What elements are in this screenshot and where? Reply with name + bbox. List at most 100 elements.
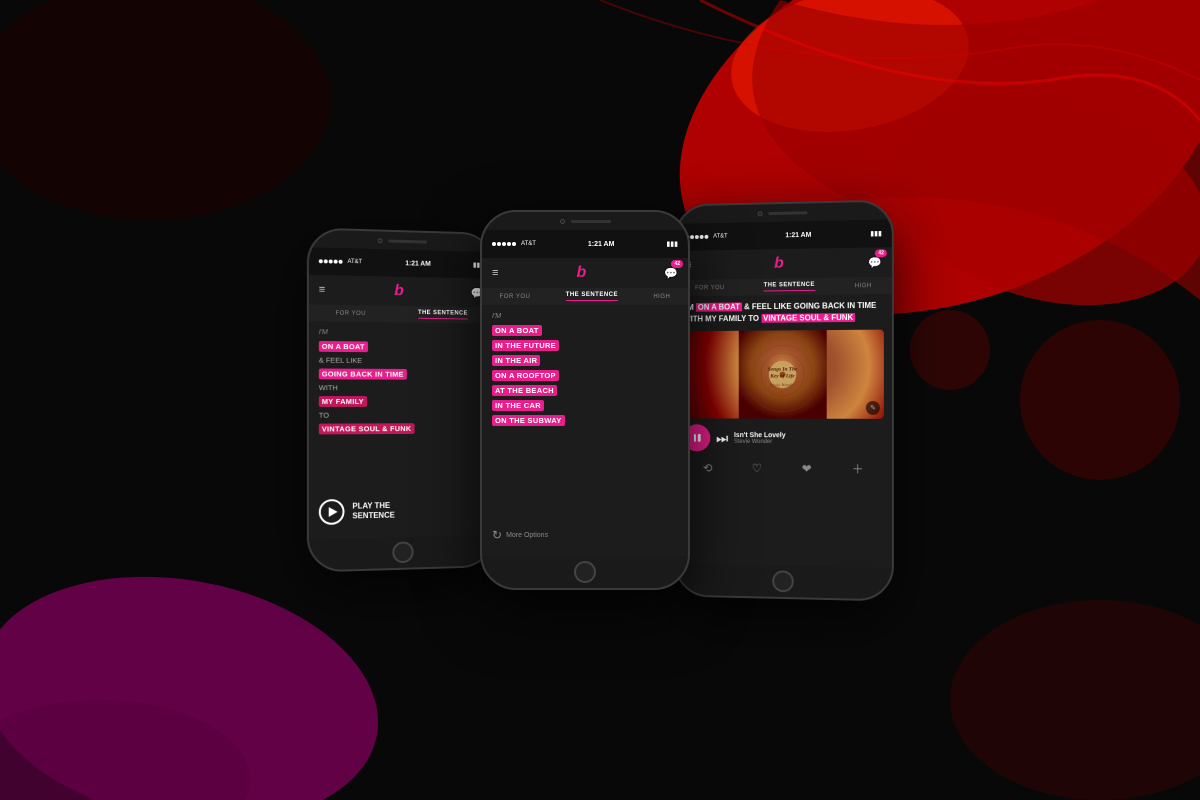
signal-dots-left [319, 259, 343, 263]
more-options-center[interactable]: ↻ More Options [492, 522, 678, 548]
pause-bar-2 [698, 433, 700, 441]
refresh-icon-center: ↻ [492, 528, 502, 542]
notification-badge-right[interactable]: 💬 42 [868, 253, 882, 271]
beats-b-right: b [774, 254, 784, 272]
phone-left-nav: ≡ b 💬 [309, 275, 493, 308]
phone-left: AT&T 1:21 AM ▮▮▮ ≡ b 💬 FOR YOU THE SENTE… [307, 227, 495, 572]
phone-right-nav: ≡ b 💬 42 [676, 247, 892, 280]
line-on-a-boat-center: ON A BOAT [492, 325, 678, 336]
play-circle-left[interactable] [319, 499, 345, 525]
album-art-inner: Songs In The Key of Life Stevie Wonder ✎ [683, 329, 883, 418]
phone-center-top-hardware [482, 212, 688, 230]
speaker-grill-right [768, 210, 807, 214]
heart-icon-right[interactable]: ♡ [752, 461, 762, 475]
line-in-the-car-center: IN THE CAR [492, 400, 678, 411]
tab-bar-center: FOR YOU THE SENTENCE HIGH [482, 288, 688, 305]
line-going-back-left: GOING BACK IN TIME [319, 369, 484, 380]
beats-logo-left[interactable]: b [388, 280, 409, 302]
svg-text:Key of Life: Key of Life [769, 373, 795, 379]
highlight-going-back-left[interactable]: GOING BACK IN TIME [319, 369, 407, 380]
home-button-center[interactable] [574, 561, 596, 583]
line-vintage-left: VINTAGE SOUL & FUNK [319, 423, 484, 434]
line-to-left: TO [319, 411, 484, 420]
track-title-right: Isn't She Lovely [734, 431, 884, 438]
line-on-a-boat-left: ON A BOAT [319, 341, 484, 353]
speaker-grill-left [388, 239, 427, 243]
front-camera-center [560, 219, 565, 224]
notification-badge-center[interactable]: 💬 42 [664, 264, 678, 282]
repost-icon-right[interactable]: ⟲ [703, 460, 713, 474]
album-art-right[interactable]: Songs In The Key of Life Stevie Wonder ✎ [683, 329, 883, 418]
highlight-on-a-boat-left[interactable]: ON A BOAT [319, 341, 368, 352]
phone-center-bottom [482, 556, 688, 588]
highlight-in-the-future-center[interactable]: IN THE FUTURE [492, 340, 559, 351]
now-playing-section: I'M ON A BOAT & FEEL LIKE GOING BACK IN … [676, 293, 892, 567]
time-center: 1:21 AM [588, 241, 615, 248]
carrier-center: AT&T [521, 241, 536, 247]
phone-right-screen: AT&T 1:21 AM ▮▮▮ ≡ b 💬 42 FOR YOU THE SE… [676, 201, 892, 599]
highlight-vintage-left[interactable]: VINTAGE SOUL & FUNK [319, 423, 414, 434]
highlight-in-the-car-center[interactable]: IN THE CAR [492, 400, 544, 411]
phone-center: AT&T 1:21 AM ▮▮▮ ≡ b 💬 42 FOR YOU THE SE… [480, 210, 690, 590]
line-feel-like-left: & FEEL LIKE [319, 356, 484, 366]
tab-for-you-left[interactable]: FOR YOU [336, 310, 366, 316]
heart-beats-icon-right[interactable]: ❤ [802, 461, 812, 475]
line-in-the-air-center: IN THE AIR [492, 355, 678, 366]
signal-dots-center [492, 242, 516, 246]
phone-center-nav: ≡ b 💬 42 [482, 258, 688, 288]
intro-left: I'M [319, 329, 484, 338]
highlight-family-left[interactable]: MY FAMILY [319, 396, 367, 407]
home-button-right[interactable] [772, 570, 794, 592]
phone-center-content: I'M ON A BOAT IN THE FUTURE IN THE AIR O… [482, 305, 688, 556]
line-on-the-subway-center: ON THE SUBWAY [492, 415, 678, 426]
tab-sentence-center[interactable]: THE SENTENCE [566, 292, 618, 301]
tab-for-you-center[interactable]: FOR YOU [500, 294, 531, 300]
tab-high-center[interactable]: HIGH [653, 294, 670, 300]
badge-num-right: 42 [875, 249, 887, 257]
edit-pencil-right[interactable]: ✎ [866, 400, 880, 414]
front-camera-left [378, 238, 383, 243]
menu-icon-center[interactable]: ≡ [492, 267, 498, 279]
home-button-left[interactable] [392, 541, 413, 563]
line-family-left: MY FAMILY [319, 396, 484, 407]
beats-b-left: b [394, 282, 403, 300]
highlight-on-a-boat-center[interactable]: ON A BOAT [492, 325, 542, 336]
phone-left-content: I'M ON A BOAT & FEEL LIKE GOING BACK IN … [309, 321, 493, 539]
beats-logo-right[interactable]: b [768, 252, 789, 274]
plain-with-left: WITH [319, 383, 338, 392]
highlight-at-the-beach-center[interactable]: AT THE BEACH [492, 385, 557, 396]
line-at-the-beach-center: AT THE BEACH [492, 385, 678, 396]
tab-sentence-right[interactable]: THE SENTENCE [764, 281, 815, 291]
skip-button-right[interactable]: ⏭ [716, 429, 728, 446]
tab-high-right[interactable]: HIGH [855, 282, 872, 288]
phone-left-status-bar: AT&T 1:21 AM ▮▮▮ [309, 247, 493, 279]
time-left: 1:21 AM [405, 260, 431, 267]
tab-for-you-right[interactable]: FOR YOU [695, 284, 725, 290]
svg-text:Songs In The: Songs In The [768, 366, 798, 372]
highlight-in-the-air-center[interactable]: IN THE AIR [492, 355, 540, 366]
phone-right-status-bar: AT&T 1:21 AM ▮▮▮ [676, 219, 892, 251]
action-bar-right: ⟲ ♡ ❤ ＋ [683, 455, 883, 481]
highlight-on-the-subway-center[interactable]: ON THE SUBWAY [492, 415, 565, 426]
tab-sentence-left[interactable]: THE SENTENCE [418, 310, 468, 319]
plain-to-left: TO [319, 411, 329, 420]
phones-container: AT&T 1:21 AM ▮▮▮ ≡ b 💬 FOR YOU THE SENTE… [0, 0, 1200, 800]
track-artist-right: Stevie Wonder [734, 438, 884, 445]
player-controls-right: ⏭ Isn't She Lovely Stevie Wonder [683, 424, 883, 452]
play-label-left: PLAY THE SENTENCE [352, 501, 394, 521]
carrier-left: AT&T [347, 259, 362, 265]
phone-right-bottom [676, 563, 892, 599]
phone-right: AT&T 1:21 AM ▮▮▮ ≡ b 💬 42 FOR YOU THE SE… [674, 199, 894, 601]
beats-b-center: b [576, 264, 586, 282]
play-area-left[interactable]: PLAY THE SENTENCE [319, 491, 484, 531]
line-with-left: WITH [319, 383, 484, 392]
battery-center: ▮▮▮ [666, 240, 678, 248]
highlight-on-a-rooftop-center[interactable]: ON A ROOFTOP [492, 370, 559, 381]
time-right: 1:21 AM [785, 231, 811, 238]
add-icon-right[interactable]: ＋ [852, 460, 864, 477]
more-text-center: More Options [506, 532, 548, 539]
chat-icon-right: 💬 [868, 257, 882, 269]
beats-logo-center[interactable]: b [570, 262, 592, 284]
pause-icon-right [693, 433, 700, 441]
menu-icon-left[interactable]: ≡ [319, 284, 325, 296]
